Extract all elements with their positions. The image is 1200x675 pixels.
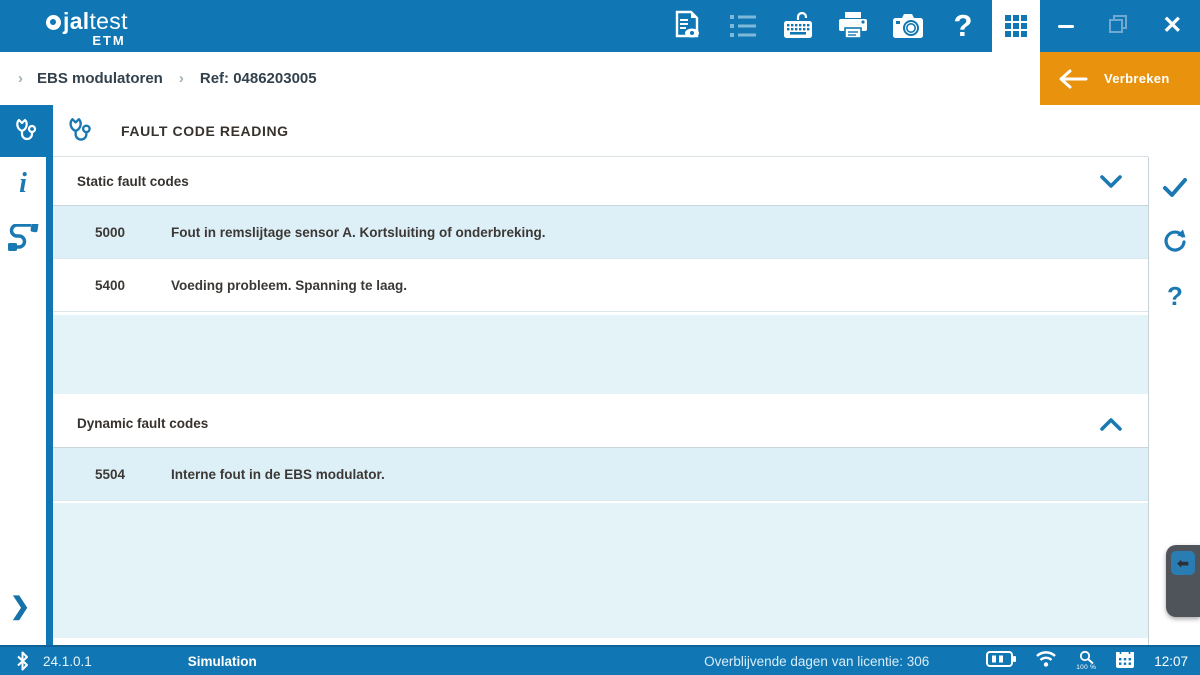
connector-cable-icon	[7, 224, 39, 252]
info-icon: i	[19, 168, 27, 200]
license-days-remaining: Overblijvende dagen van licentie: 306	[704, 654, 929, 669]
help-icon: ?	[954, 8, 973, 44]
fault-description: Interne fout in de EBS modulator.	[171, 467, 385, 482]
disconnect-button[interactable]: Verbreken	[1040, 52, 1200, 105]
zoom-control[interactable]: 100 %	[1076, 650, 1096, 672]
restore-button[interactable]	[1109, 15, 1127, 38]
clock-time: 12:07	[1154, 654, 1188, 669]
top-bar: jal test ETM	[0, 0, 1200, 52]
refresh-button[interactable]	[1149, 219, 1200, 265]
apps-grid-icon	[1005, 15, 1027, 37]
fault-code-panel: Static fault codes 5000 Fout in remslijt…	[53, 158, 1148, 645]
status-bar: 24.1.0.1 Simulation Overblijvende dagen …	[0, 645, 1200, 675]
chevron-right-icon: ›	[179, 70, 184, 87]
list-icon	[729, 13, 757, 39]
calendar-icon[interactable]	[1115, 649, 1135, 674]
dynamic-section-empty-area	[53, 503, 1148, 638]
fault-code: 5400	[95, 278, 171, 293]
static-section-empty-area	[53, 315, 1148, 394]
keyboard-icon	[782, 10, 814, 42]
checkmark-icon	[1162, 178, 1188, 198]
fault-code-row[interactable]: 5504 Interne fout in de EBS modulator.	[53, 448, 1148, 501]
report-preview-button[interactable]	[672, 10, 704, 42]
refresh-icon	[1162, 229, 1188, 255]
chevron-right-icon: ›	[18, 70, 23, 87]
report-preview-icon	[673, 10, 703, 42]
confirm-button[interactable]	[1149, 165, 1200, 211]
logo-sub: ETM	[46, 34, 128, 47]
section-title: Static fault codes	[77, 174, 189, 189]
bluetooth-icon[interactable]	[16, 651, 29, 671]
sidebar-item-diagnostics[interactable]	[0, 105, 53, 157]
section-title: Dynamic fault codes	[77, 416, 208, 431]
sidebar-item-connector[interactable]	[0, 216, 46, 260]
section-header-dynamic[interactable]: Dynamic fault codes	[53, 400, 1148, 448]
breadcrumb-item-ref[interactable]: Ref: 0486203005	[200, 70, 317, 87]
jaltest-window: jal test ETM	[0, 0, 1200, 675]
print-icon	[837, 11, 869, 41]
stethoscope-icon	[67, 116, 95, 146]
fault-code: 5504	[95, 467, 171, 482]
chevron-up-icon	[1100, 417, 1122, 431]
chevron-down-icon	[1100, 175, 1122, 189]
help-context-button[interactable]: ?	[1149, 273, 1200, 319]
battery-icon	[986, 651, 1016, 672]
fault-code: 5000	[95, 225, 171, 240]
fault-description: Voeding probleem. Spanning te laag.	[171, 278, 407, 293]
apps-grid-button[interactable]	[992, 0, 1040, 52]
help-button[interactable]: ?	[947, 10, 979, 42]
magnifier-icon	[1079, 650, 1094, 664]
breadcrumb-item-system[interactable]: EBS modulatoren	[37, 70, 163, 87]
screenshot-button[interactable]	[892, 10, 924, 42]
logo-prefix: jal	[63, 10, 89, 33]
fault-code-row[interactable]: 5000 Fout in remslijtage sensor A. Korts…	[53, 206, 1148, 259]
stethoscope-icon	[14, 117, 40, 145]
restore-icon	[1109, 15, 1127, 33]
connection-mode: Simulation	[188, 654, 257, 669]
breadcrumb: › EBS modulatoren › Ref: 0486203005	[0, 52, 1040, 105]
page-title: FAULT CODE READING	[121, 123, 289, 139]
floating-support-widget[interactable]: ⬅	[1166, 545, 1200, 617]
keyboard-button[interactable]	[782, 10, 814, 42]
print-button[interactable]	[837, 10, 869, 42]
disconnect-label: Verbreken	[1104, 71, 1170, 86]
camera-icon	[892, 12, 924, 40]
fault-code-row[interactable]: 5400 Voeding probleem. Spanning te laag.	[53, 259, 1148, 312]
list-button[interactable]	[727, 10, 759, 42]
minimize-button[interactable]	[1058, 25, 1074, 28]
sidebar-divider	[46, 157, 53, 645]
widget-arrow-icon: ⬅	[1171, 551, 1195, 575]
close-button[interactable]: ✕	[1162, 14, 1182, 38]
arrow-left-icon	[1056, 67, 1090, 91]
sidebar-item-info[interactable]: i	[0, 162, 46, 206]
question-mark-icon: ?	[1167, 281, 1183, 312]
app-version: 24.1.0.1	[43, 654, 92, 669]
logo-dot-icon	[46, 15, 61, 30]
sidebar-expand-button[interactable]: ❯	[10, 592, 30, 621]
close-icon: ✕	[1162, 12, 1182, 39]
page-title-bar: FAULT CODE READING	[53, 105, 1148, 157]
fault-description: Fout in remslijtage sensor A. Kortsluiti…	[171, 225, 546, 240]
window-controls: ✕	[1040, 0, 1200, 52]
minimize-icon	[1058, 25, 1074, 28]
section-header-static[interactable]: Static fault codes	[53, 158, 1148, 206]
wifi-icon[interactable]	[1035, 650, 1057, 672]
logo-suffix: test	[89, 10, 127, 33]
jaltest-logo: jal test ETM	[46, 10, 128, 47]
zoom-level: 100 %	[1076, 665, 1096, 672]
